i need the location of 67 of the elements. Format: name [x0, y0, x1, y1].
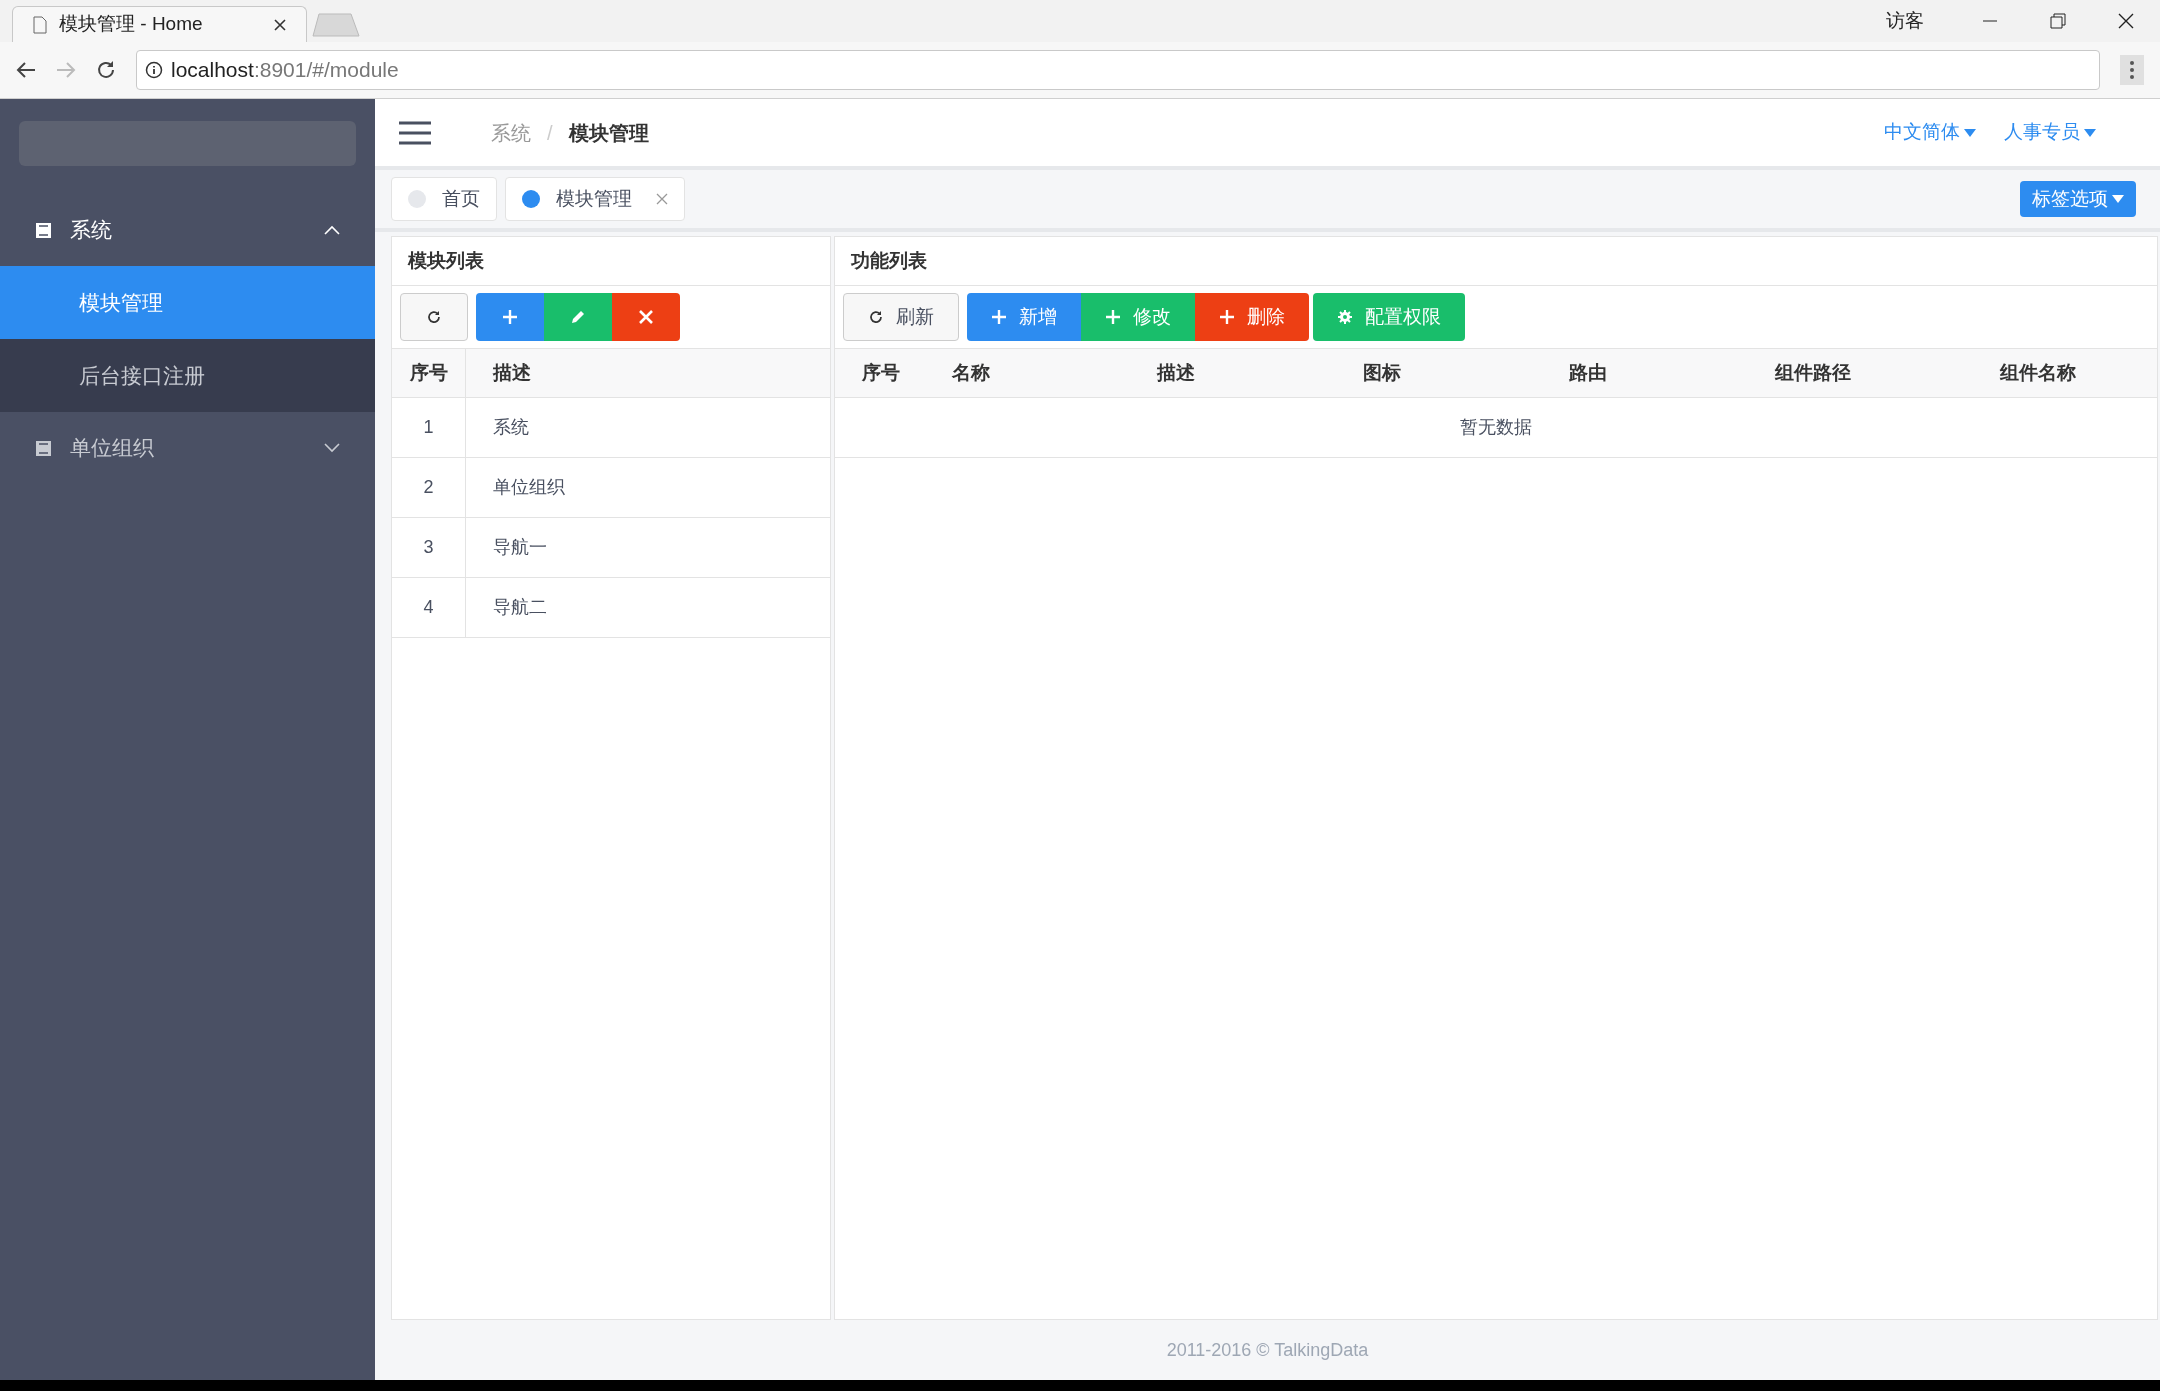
dropdown-menu[interactable]: 人事专员	[2004, 118, 2096, 147]
menu-group[interactable]: 单位组织	[0, 412, 375, 484]
browser-tab[interactable]: 模块管理 - Home	[12, 6, 307, 42]
table-cell-text: 导航二	[492, 596, 548, 619]
caret-icon	[2084, 128, 2096, 137]
plus-icon	[1105, 309, 1121, 325]
footer-text: 2011-2016 © TalkingData	[1166, 1338, 1369, 1362]
back-icon[interactable]	[16, 61, 36, 79]
column-header: 序号	[392, 349, 466, 397]
close-icon[interactable]	[2118, 13, 2134, 29]
breadcrumb-link[interactable]: 系统	[491, 117, 531, 148]
forward-icon[interactable]	[56, 61, 76, 79]
profile-label[interactable]: 访客	[1886, 6, 1924, 36]
table-cell: 2	[392, 458, 466, 517]
panel-title: 模块列表	[408, 248, 484, 273]
caret-icon	[2112, 195, 2124, 203]
book-icon	[35, 439, 52, 457]
panel-title: 功能列表	[851, 248, 927, 273]
dropdown-menu[interactable]: 中文简体	[1884, 118, 1976, 147]
delete-button[interactable]	[612, 293, 680, 341]
column-header: 组件名称	[2000, 360, 2077, 385]
restore-icon[interactable]	[2050, 13, 2066, 29]
table-cell: 4	[392, 578, 466, 637]
table-cell-text: 单位组织	[492, 476, 566, 499]
table-cell-text: 系统	[492, 416, 530, 439]
menu-item[interactable]: 后台接口注册	[0, 339, 375, 412]
column-header: 描述	[491, 360, 532, 385]
column-header: 名称	[952, 360, 991, 385]
column-header: 描述	[1157, 360, 1196, 385]
column-header: 图标	[1363, 360, 1402, 385]
page-icon	[33, 15, 47, 34]
plus-icon	[502, 309, 518, 325]
column-header: 组件路径	[1775, 360, 1852, 385]
refresh-button[interactable]: 刷新	[843, 293, 959, 341]
url-text: localhost:8901/#/module	[171, 57, 399, 84]
plus-icon	[991, 309, 1007, 325]
refresh-icon	[426, 309, 442, 325]
column-header: 路由	[1569, 360, 1608, 385]
gear-icon	[1337, 309, 1353, 325]
close-icon	[274, 18, 286, 31]
menu-icon[interactable]	[399, 120, 431, 145]
breadcrumb-current: 模块管理	[568, 120, 649, 146]
address-bar[interactable]: localhost:8901/#/module	[136, 50, 2100, 90]
table-cell: 3	[392, 518, 466, 577]
tab-options-button[interactable]: 标签选项	[2020, 181, 2136, 217]
reload-icon[interactable]	[96, 60, 116, 80]
add-button[interactable]: 新增	[967, 293, 1081, 341]
table-cell-text: 导航一	[492, 536, 548, 559]
column-header: 序号	[862, 360, 901, 385]
page-tab[interactable]: 首页	[391, 177, 497, 221]
refresh-icon	[868, 309, 884, 325]
menu-item[interactable]: 模块管理	[0, 266, 375, 339]
caret-icon	[1964, 128, 1976, 137]
table-cell: 1	[392, 398, 466, 457]
cross-icon	[638, 309, 654, 325]
book-icon	[35, 221, 52, 239]
chevron-icon	[324, 443, 340, 453]
plus-icon	[1219, 309, 1235, 325]
info-icon	[145, 61, 163, 79]
pencil-icon	[570, 309, 586, 325]
menu-group[interactable]: 系统	[0, 194, 375, 266]
chevron-icon	[324, 225, 340, 235]
menu-icon[interactable]	[2120, 55, 2144, 85]
breadcrumb-separator: /	[547, 120, 553, 146]
page-tab[interactable]: 模块管理	[505, 177, 685, 221]
delete-button[interactable]: 删除	[1195, 293, 1309, 341]
empty-message: 暂无数据	[1460, 416, 1532, 439]
